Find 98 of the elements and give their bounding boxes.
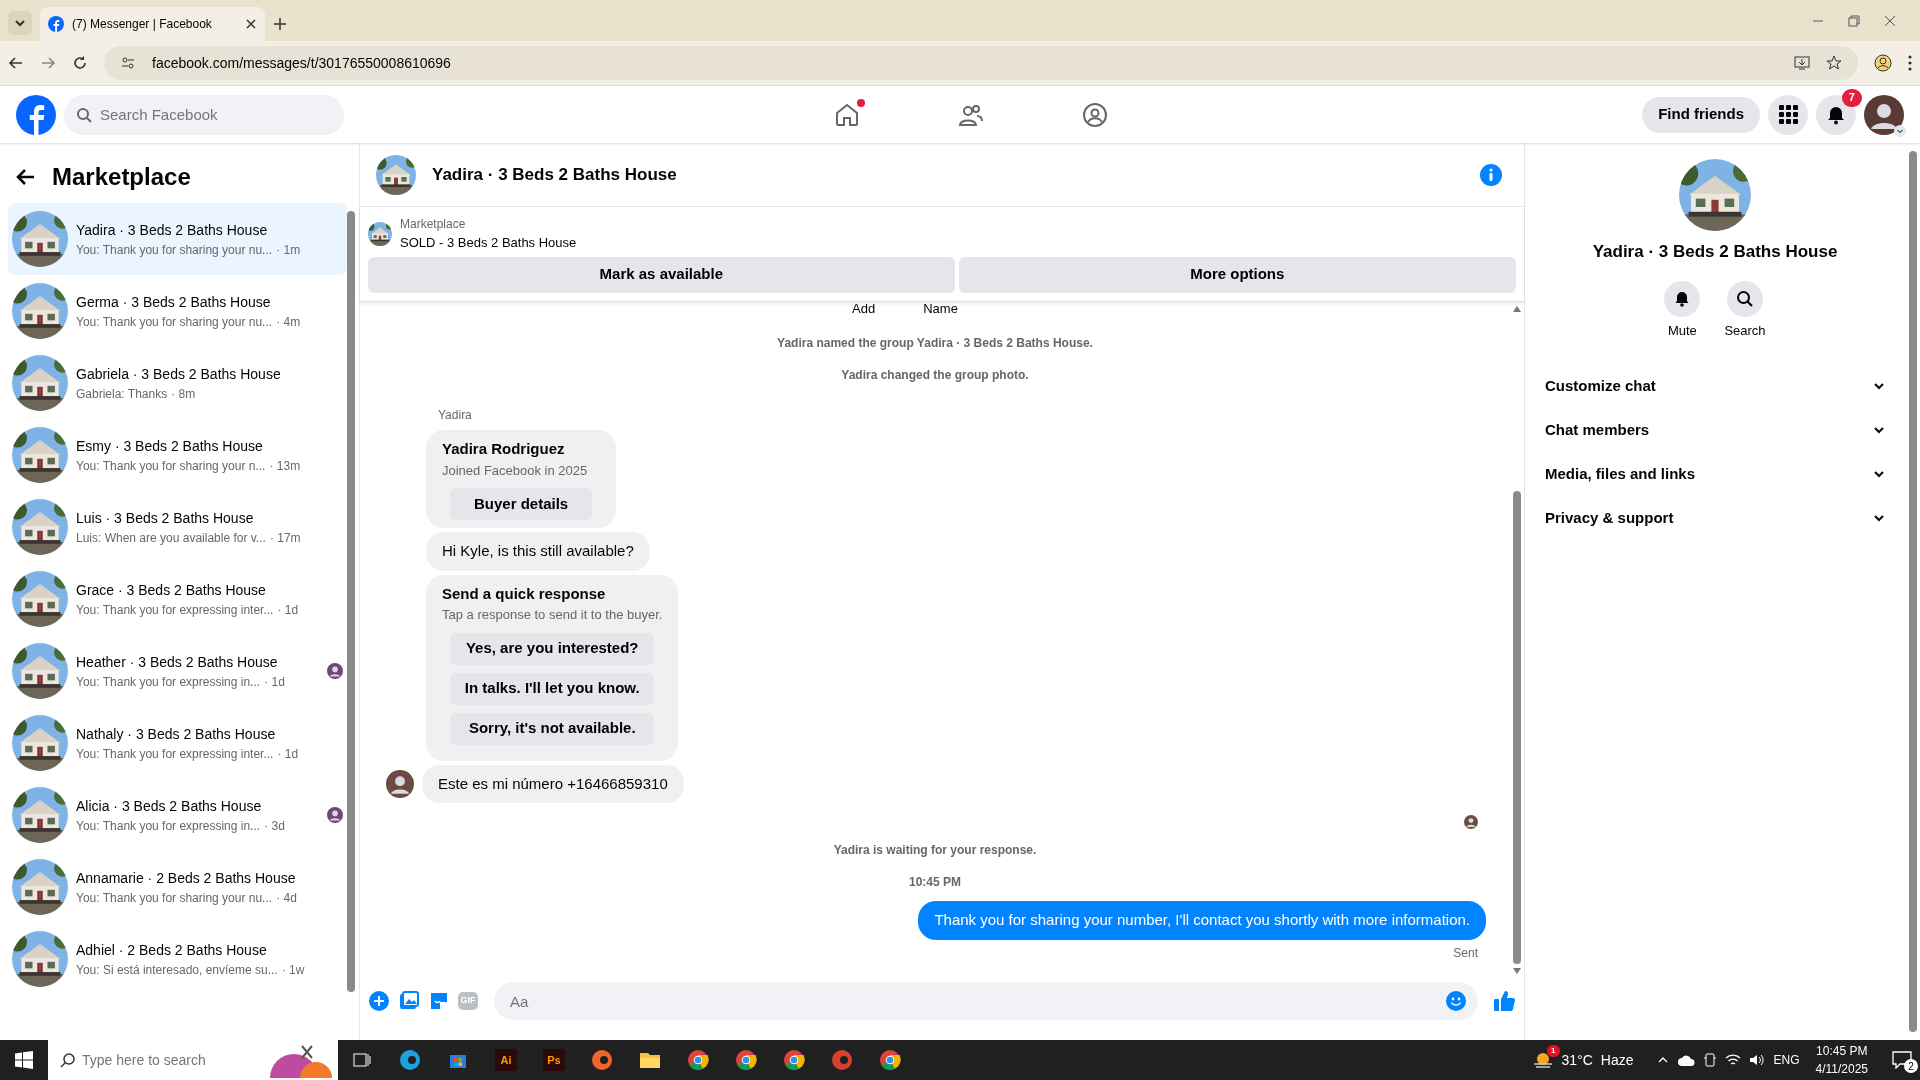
browser-tab[interactable]: (7) Messenger | Facebook	[40, 7, 265, 41]
conversation-title: Heather · 3 Beds 2 Baths House	[76, 652, 279, 672]
conversation-item[interactable]: Nathaly · 3 Beds 2 Baths House You: Thank you for expressing inter... · 1d	[8, 707, 347, 779]
listing-label: Marketplace	[400, 216, 467, 233]
message-time: · 4d	[276, 889, 297, 907]
message-time: · 8m	[171, 385, 196, 403]
quick-response-button[interactable]: Yes, are you interested?	[450, 632, 655, 665]
message-preview: Gabriela: Thanks	[76, 385, 168, 403]
language-indicator[interactable]: ENG	[1773, 1051, 1800, 1069]
quick-response-button[interactable]: In talks. I'll let you know.	[450, 672, 655, 705]
section-row[interactable]: Customize chat	[1541, 364, 1889, 408]
clock-date[interactable]: 4/11/2025	[1815, 1060, 1868, 1078]
message-time: · 3d	[264, 817, 285, 835]
notification-badge: 7	[1841, 88, 1862, 108]
section-label: Customize chat	[1545, 375, 1656, 396]
conversation-title: Adhiel · 2 Beds 2 Baths House	[76, 940, 268, 960]
weather-condition: Haze	[1600, 1050, 1634, 1070]
card-subtitle: Tap a response to send it to the buyer.	[442, 606, 663, 624]
message-preview: You: Thank you for expressing in...	[76, 673, 261, 691]
conversation-title: Gabriela · 3 Beds 2 Baths House	[76, 364, 282, 384]
message-preview: Luis: When are you available for v...	[76, 529, 266, 547]
message-preview: You: Thank you for expressing in...	[76, 817, 261, 835]
message-time: · 1w	[281, 961, 305, 979]
profile-subtitle: Joined Facebook in 2025	[442, 461, 589, 480]
conversation-item[interactable]: Gabriela · 3 Beds 2 Baths House Gabriela: Thanks · 8m	[8, 347, 347, 419]
action-label: Name	[923, 301, 958, 318]
quick-response-button[interactable]: Sorry, it's not available.	[450, 712, 655, 745]
listing-action-button[interactable]: More options	[958, 256, 1516, 293]
app-icon[interactable]: Ps	[543, 1049, 565, 1071]
system-message: Yadira changed the group photo.	[841, 368, 1029, 382]
message-time: · 1d	[277, 745, 299, 763]
conversation-title: Luis · 3 Beds 2 Baths House	[76, 508, 255, 528]
section-label: Chat members	[1545, 419, 1650, 440]
conversation-item[interactable]: Grace · 3 Beds 2 Baths House You: Thank you for expressing inter... · 1d	[8, 563, 347, 635]
timestamp: 10:45 PM	[909, 875, 961, 889]
conversation-item[interactable]: Yadira · 3 Beds 2 Baths House You: Thank you for sharing your nu... · 1m	[8, 203, 347, 275]
sender-name: Yadira	[438, 408, 472, 422]
action-label: Add	[852, 301, 876, 318]
card-title: Send a quick response	[442, 583, 607, 604]
action-label: Search	[1724, 321, 1766, 340]
message-time: · 17m	[269, 529, 301, 547]
conversation-title: Esmy · 3 Beds 2 Baths House	[76, 436, 264, 456]
message-time: · 13m	[269, 457, 301, 475]
clock-time[interactable]: 10:45 PM	[1815, 1042, 1868, 1060]
taskbar-search-field[interactable]: Type here to search	[48, 1040, 338, 1080]
chat-title: Yadira · 3 Beds 2 Baths House	[432, 163, 678, 186]
conversation-item[interactable]: Germa · 3 Beds 2 Baths House You: Thank you for sharing your nu... · 4m	[8, 275, 347, 347]
conversation-item[interactable]: Alicia · 3 Beds 2 Baths House You: Thank you for expressing in... · 3d	[8, 779, 347, 851]
app-icon[interactable]: Ai	[495, 1049, 517, 1071]
notification-count: 2	[1904, 1059, 1918, 1074]
message-input[interactable]: Aa	[494, 982, 1478, 1020]
conversation-item[interactable]: Heather · 3 Beds 2 Baths House You: Thank you for expressing in... · 1d	[8, 635, 347, 707]
section-label: Privacy & support	[1545, 507, 1674, 528]
profile-name: Yadira Rodriguez	[442, 439, 566, 459]
conversation-item[interactable]: Esmy · 3 Beds 2 Baths House You: Thank you for sharing your n... · 13m	[8, 419, 347, 491]
sidebar-title: Marketplace	[52, 162, 191, 192]
system-message: Yadira is waiting for your response.	[833, 843, 1037, 857]
search-field[interactable]: Search Facebook	[64, 94, 344, 135]
message-time: · 1d	[277, 601, 299, 619]
action-label: Mute	[1667, 321, 1697, 340]
conversation-title: Nathaly · 3 Beds 2 Baths House	[76, 724, 277, 744]
message-bubble: Hi Kyle, is this still available?	[426, 532, 650, 571]
message-preview: You: Thank you for sharing your nu...	[76, 313, 273, 331]
temperature: 31°C	[1561, 1050, 1593, 1070]
conversation-item[interactable]: Adhiel · 2 Beds 2 Baths House You: Si está interesado, envíeme su... · 1w	[8, 923, 347, 995]
weather-badge: 1	[1547, 1045, 1560, 1057]
listing-action-button[interactable]: Mark as available	[368, 256, 955, 293]
section-label: Media, files and links	[1545, 463, 1696, 484]
message-time: · 1m	[276, 241, 301, 259]
conversation-name: Yadira · 3 Beds 2 Baths House	[1592, 241, 1838, 263]
conversation-title: Grace · 3 Beds 2 Baths House	[76, 580, 267, 600]
tab-title: (7) Messenger | Facebook	[72, 16, 213, 33]
url-text: facebook.com/messages/t/30176550008610696	[152, 53, 452, 73]
conversation-title: Yadira · 3 Beds 2 Baths House	[76, 220, 269, 240]
message-time: · 1d	[264, 673, 285, 691]
conversation-title: Germa · 3 Beds 2 Baths House	[76, 292, 272, 312]
message-preview: You: Thank you for sharing your nu...	[76, 889, 273, 907]
address-bar[interactable]: facebook.com/messages/t/30176550008610696	[104, 46, 1858, 80]
listing-title: SOLD - 3 Beds 2 Baths House	[400, 234, 577, 252]
system-message: Yadira named the group Yadira · 3 Beds 2 Baths House.	[777, 336, 1093, 350]
message-time: · 4m	[276, 313, 301, 331]
message-preview: You: Thank you for expressing inter...	[76, 745, 274, 763]
delivery-status: Sent	[1453, 944, 1478, 962]
message-preview: You: Si está interesado, envíeme su...	[76, 961, 278, 979]
section-row[interactable]: Privacy & support	[1541, 496, 1889, 540]
section-row[interactable]: Media, files and links	[1541, 452, 1889, 496]
conversation-title: Alicia · 3 Beds 2 Baths House	[76, 796, 263, 816]
message-preview: You: Thank you for expressing inter...	[76, 601, 274, 619]
buyer-details-button[interactable]: Buyer details	[450, 488, 593, 520]
message-bubble: Thank you for sharing your number, I'll contact you shortly with more information.	[918, 901, 1486, 940]
conversation-title: Annamarie · 2 Beds 2 Baths House	[76, 868, 297, 888]
message-bubble: Este es mi número +16466859310	[422, 764, 684, 803]
message-preview: You: Thank you for sharing your n...	[76, 457, 266, 475]
conversation-item[interactable]: Luis · 3 Beds 2 Baths House Luis: When are you available for v... · 17m	[8, 491, 347, 563]
conversation-item[interactable]: Annamarie · 2 Beds 2 Baths House You: Thank you for sharing your nu... · 4d	[8, 851, 347, 923]
message-preview: You: Thank you for sharing your nu...	[76, 241, 273, 259]
section-row[interactable]: Chat members	[1541, 408, 1889, 452]
find-friends-button[interactable]: Find friends	[1642, 96, 1760, 133]
